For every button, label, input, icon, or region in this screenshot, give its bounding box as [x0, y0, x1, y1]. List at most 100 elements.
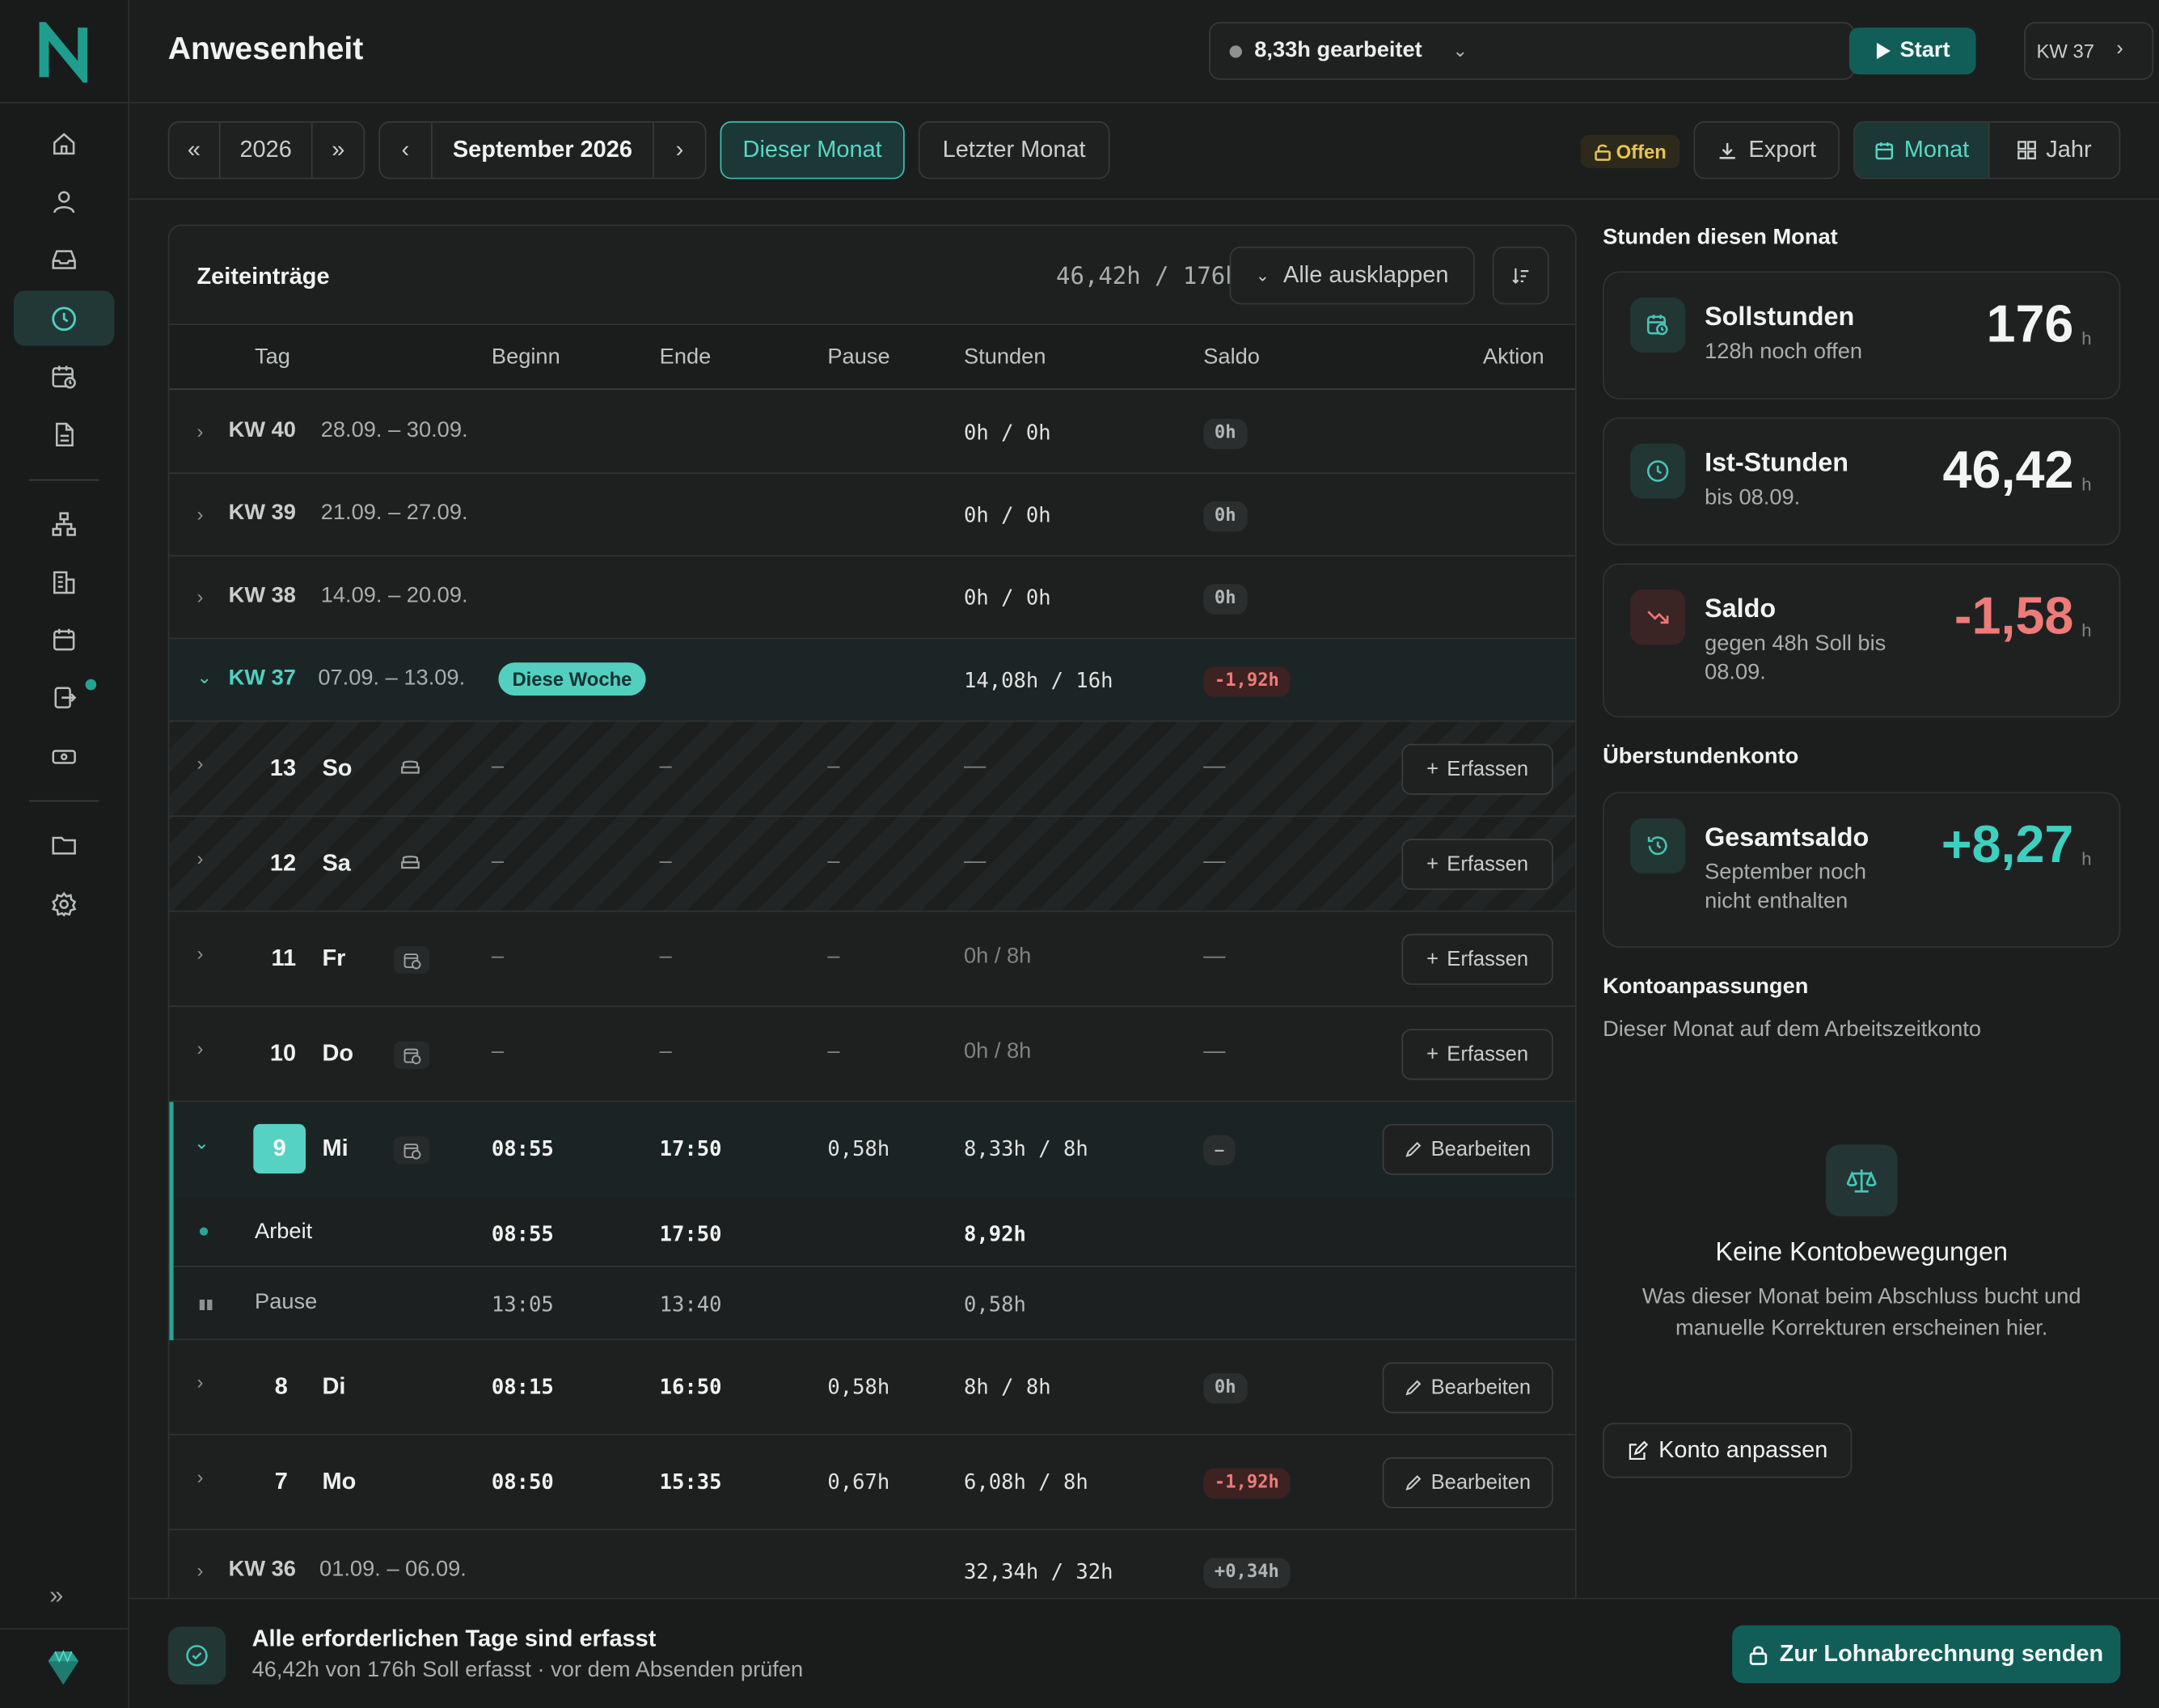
sidebar-item-settings[interactable] — [14, 876, 114, 931]
weekday: Sa — [322, 849, 351, 877]
week-saldo: 0h — [1203, 418, 1248, 450]
week-number: KW 38 — [228, 584, 296, 608]
adjust-account-button[interactable]: Konto anpassen — [1603, 1423, 1853, 1478]
pause-time: 0,58h — [827, 1136, 890, 1161]
sidebar-item-home[interactable] — [14, 116, 114, 171]
transfer-icon — [54, 686, 77, 708]
calendar-clock-icon — [394, 946, 430, 974]
sidebar-item-payroll[interactable] — [14, 729, 114, 784]
sidebar-item-org-chart[interactable] — [14, 496, 114, 551]
week-row-current[interactable]: ⌄ KW 37 07.09. – 13.09. Diese Woche 14,0… — [169, 639, 1576, 722]
week-hours: 0h / 0h — [963, 502, 1051, 528]
card-sub: bis 08.09. — [1705, 486, 1801, 510]
app-window: » Anwesenheit 8,33h gearbeitet ⌄ Start K… — [0, 0, 2159, 1708]
status-dot — [1229, 45, 1242, 58]
month-selector: ‹ September 2026 › — [378, 120, 707, 180]
week-button[interactable]: KW 37 › — [2024, 22, 2154, 80]
prev-year-button[interactable]: « — [169, 122, 221, 178]
next-month-button[interactable]: › — [654, 123, 705, 178]
week-row[interactable]: › KW 40 28.09. – 30.09. 0h / 0h 0h — [169, 391, 1576, 474]
day-saldo: — — [1203, 945, 1226, 969]
next-year-button[interactable]: » — [313, 123, 364, 178]
chevron-right-icon: › — [196, 1037, 204, 1059]
week-range: 21.09. – 27.09. — [320, 501, 468, 525]
day-row[interactable]: › 13 So – – – — — + Erfassen — [169, 721, 1576, 818]
view-year-tab[interactable]: Jahr — [1990, 123, 2119, 178]
day-row[interactable]: › 8 Di 08:15 16:50 0,58h 8h / 8h 0h Bear… — [169, 1340, 1576, 1435]
hours-section-title: Stunden diesen Monat — [1603, 226, 1838, 250]
expanded-indicator — [169, 1101, 174, 1341]
column-header-action: Aktion — [1482, 345, 1544, 370]
card-unit: h — [2081, 848, 2092, 869]
check-circle-icon — [167, 1626, 226, 1685]
footer-title: Alle erforderlichen Tage sind erfasst — [251, 1625, 657, 1652]
week-range: 01.09. – 06.09. — [319, 1558, 467, 1582]
brand-logo-icon[interactable] — [39, 22, 88, 83]
notification-dot — [85, 679, 97, 691]
sidebar-item-expenses[interactable] — [14, 670, 114, 725]
card-value: -1,58 — [1954, 588, 2074, 646]
empty-title: Keine Kontobewegungen — [1715, 1238, 2008, 1267]
worked-time-dropdown[interactable]: 8,33h gearbeitet ⌄ — [1209, 22, 1855, 80]
day-hours: 0h / 8h — [963, 1039, 1032, 1063]
sidebar-item-people[interactable] — [14, 174, 114, 229]
history-icon — [1630, 818, 1686, 873]
record-button[interactable]: + Erfassen — [1401, 839, 1553, 890]
weekday: Di — [322, 1373, 346, 1400]
sidebar: » — [0, 0, 130, 1708]
card-sub: 128h noch offen — [1705, 340, 1863, 364]
day-hours: 0h / 8h — [963, 945, 1032, 969]
day-row[interactable]: › 11 Fr – – – 0h / 8h — + Erfassen — [169, 912, 1576, 1008]
sidebar-item-buildings[interactable] — [14, 554, 114, 609]
weekday: Do — [322, 1039, 354, 1067]
this-month-button[interactable]: Dieser Monat — [720, 120, 905, 180]
begin-time: 08:50 — [491, 1469, 554, 1495]
day-row-expanded[interactable]: ⌄ 9 Mi 08:55 17:50 0,58h 8,33h / 8h – Be… — [169, 1101, 1576, 1199]
day-number: 13 — [269, 755, 297, 781]
overtime-section-title: Überstundenkonto — [1603, 745, 1799, 769]
edit-button[interactable]: Bearbeiten — [1382, 1457, 1553, 1509]
sidebar-item-documents[interactable] — [14, 406, 114, 461]
record-button[interactable]: + Erfassen — [1401, 933, 1553, 985]
sidebar-item-attendance[interactable] — [14, 290, 115, 346]
day-row[interactable]: › 10 Do – – – 0h / 8h — + Erfassen — [169, 1007, 1576, 1102]
end-time: – — [659, 849, 672, 873]
last-month-button[interactable]: Letzter Monat — [918, 120, 1110, 180]
gear-icon — [51, 890, 77, 916]
sidebar-item-inbox[interactable] — [14, 231, 114, 286]
clock-icon — [52, 306, 77, 331]
day-hours: — — [963, 755, 987, 779]
sidebar-item-calendar[interactable] — [14, 611, 114, 666]
start-button[interactable]: Start — [1848, 27, 1976, 74]
calendar-clock-icon — [394, 1136, 430, 1165]
day-number: 12 — [269, 849, 297, 877]
week-row[interactable]: › KW 39 21.09. – 27.09. 0h / 0h 0h — [169, 474, 1576, 557]
edit-button[interactable]: Bearbeiten — [1382, 1123, 1553, 1175]
clock-icon — [1630, 443, 1686, 499]
export-button[interactable]: Export — [1693, 120, 1840, 180]
detail-label: Arbeit — [255, 1220, 313, 1245]
view-switch: Monat Jahr — [1853, 120, 2121, 180]
sidebar-item-files[interactable] — [14, 817, 114, 872]
sidebar-expand-icon[interactable]: » — [49, 1581, 63, 1610]
edit-button[interactable]: Bearbeiten — [1382, 1362, 1553, 1414]
day-row[interactable]: › 7 Mo 08:50 15:35 0,67h 6,08h / 8h -1,9… — [169, 1435, 1576, 1531]
sort-button[interactable] — [1492, 246, 1549, 305]
record-button[interactable]: + Erfassen — [1401, 1029, 1553, 1080]
expand-all-button[interactable]: ⌄ Alle ausklappen — [1229, 246, 1475, 305]
begin-time: 08:15 — [491, 1374, 554, 1400]
grid-icon — [2017, 141, 2036, 160]
gem-icon[interactable] — [44, 1647, 82, 1689]
record-button[interactable]: + Erfassen — [1401, 743, 1553, 795]
calendar-clock-icon — [394, 1041, 430, 1069]
week-row[interactable]: › KW 38 14.09. – 20.09. 0h / 0h 0h — [169, 556, 1576, 640]
day-row[interactable]: › 12 Sa – – – — — + Erfassen — [169, 817, 1576, 912]
sidebar-item-calendar-clock[interactable] — [14, 349, 114, 404]
year-selector: « 2026 » — [167, 120, 365, 180]
view-month-label: Monat — [1903, 136, 1970, 163]
view-month-tab[interactable]: Monat — [1854, 122, 1990, 178]
pause-time: – — [827, 849, 840, 873]
prev-month-button[interactable]: ‹ — [380, 122, 433, 178]
chevron-right-icon: › — [196, 1559, 204, 1582]
send-to-payroll-button[interactable]: Zur Lohnabrechnung senden — [1732, 1625, 2121, 1684]
